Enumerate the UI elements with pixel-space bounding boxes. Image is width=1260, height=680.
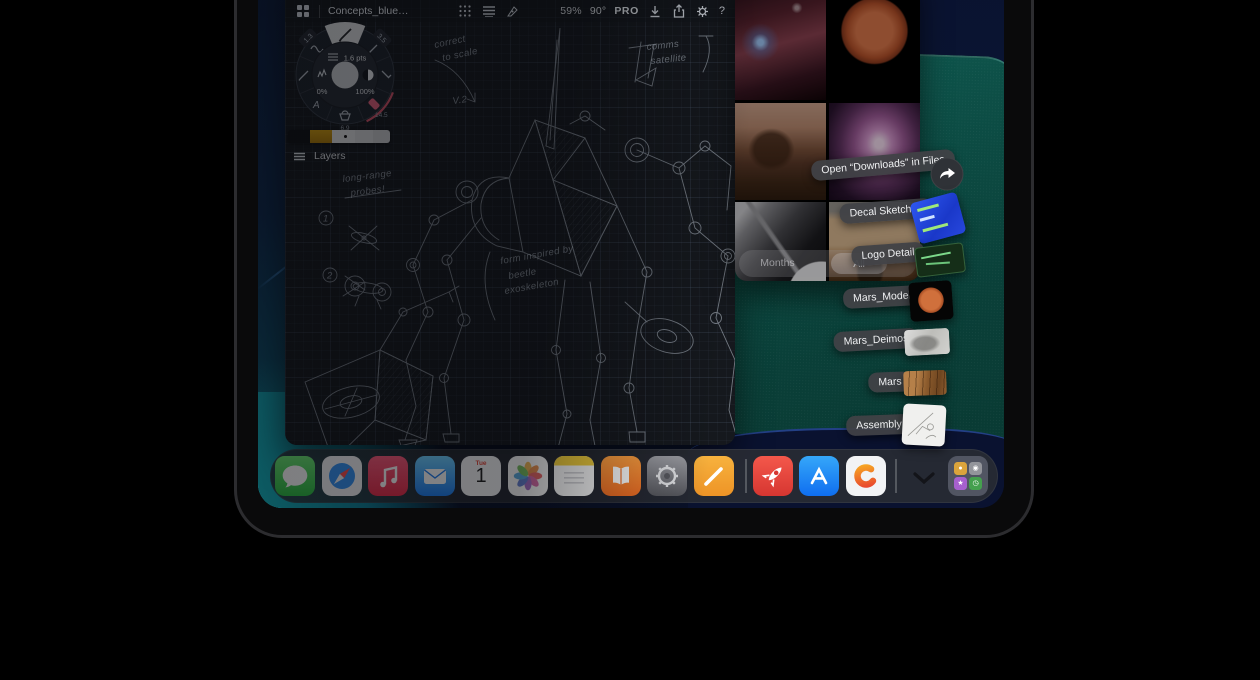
drag-thumb-assembly[interactable] (901, 403, 946, 446)
drag-thumb-logo-detail[interactable] (914, 242, 966, 278)
drag-thumb-mars[interactable] (903, 370, 947, 396)
ipad-screen: correct to scale V.2 comms satellite lon… (258, 0, 1004, 508)
share-arrow-icon (939, 167, 956, 182)
drag-layer: Open “Downloads” in Files Decal Sketches… (258, 0, 1004, 508)
drag-thumb-mars-model[interactable] (908, 280, 954, 322)
drag-thumb-mars-deimos[interactable] (904, 328, 950, 356)
share-arrow-button[interactable] (931, 158, 964, 191)
ipad-device: correct to scale V.2 comms satellite lon… (234, 0, 1034, 538)
assembly-sketch-lines (901, 403, 946, 446)
